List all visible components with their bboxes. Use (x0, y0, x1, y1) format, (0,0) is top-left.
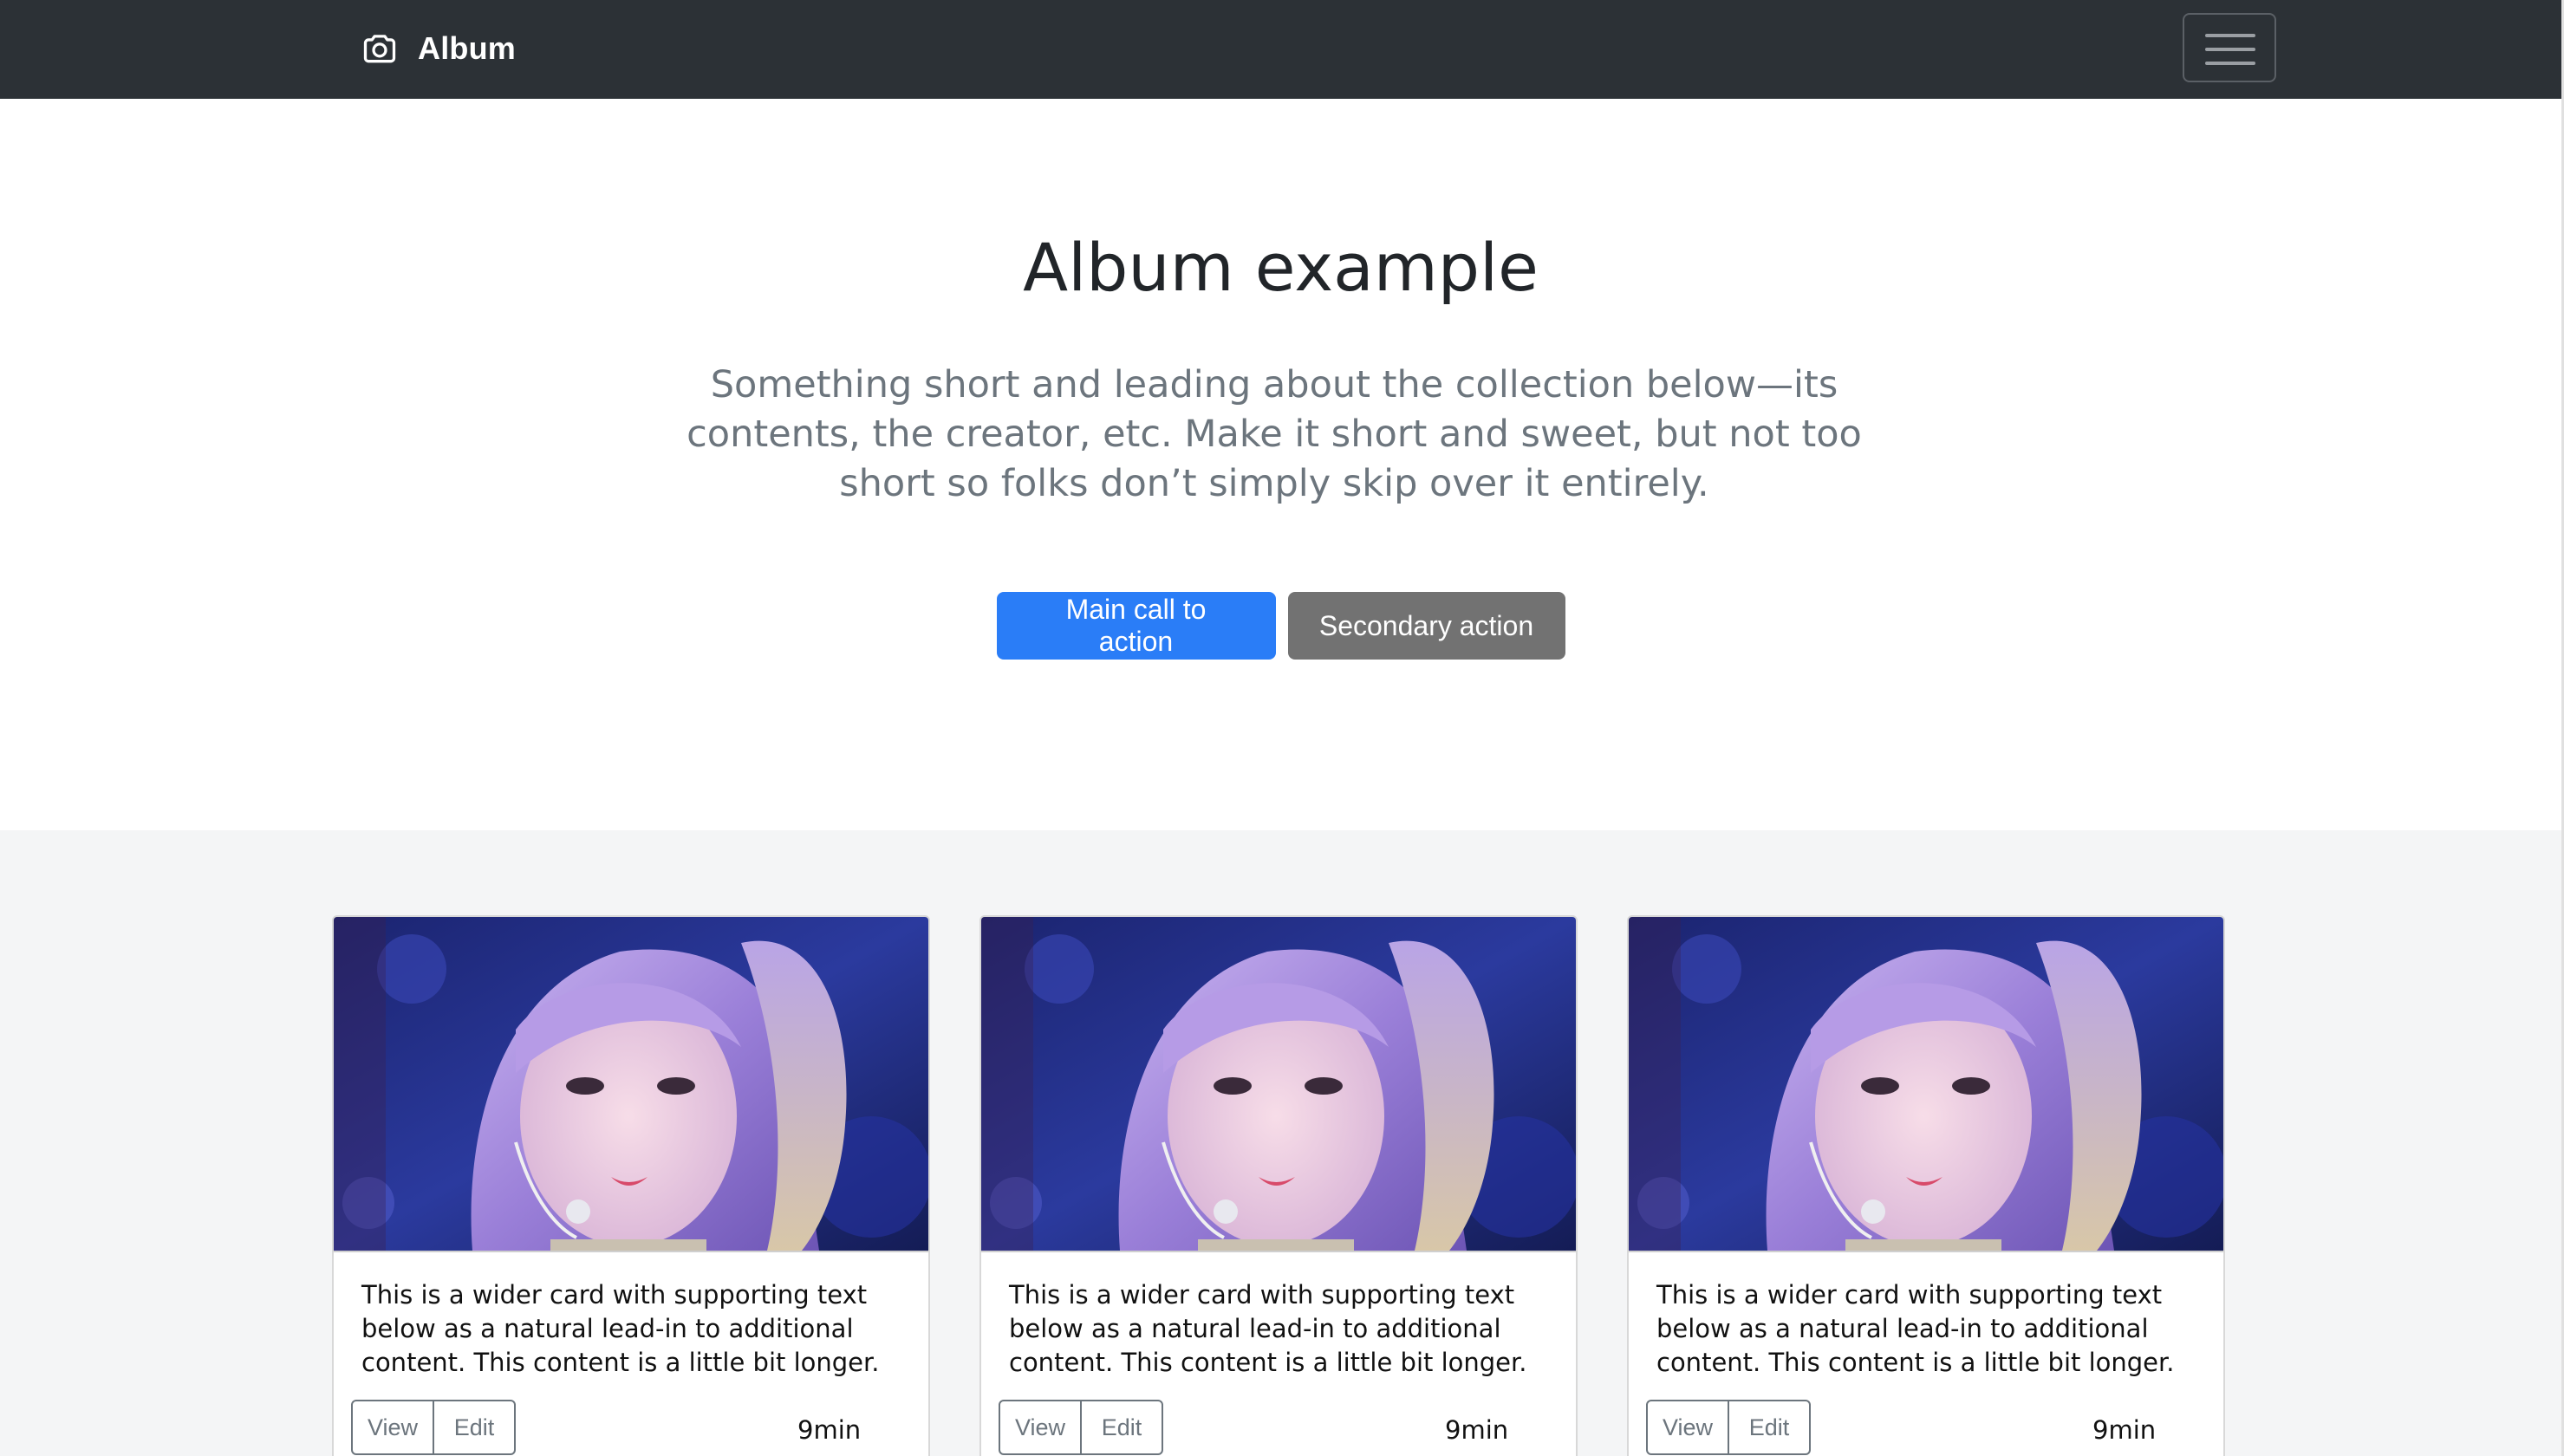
navbar-toggle-button[interactable] (2183, 13, 2276, 82)
main-call-to-action-button[interactable]: Main call to action (996, 592, 1276, 660)
camera-icon (361, 29, 399, 68)
card-image (334, 917, 928, 1251)
card-image (1629, 917, 2223, 1251)
card-image (981, 917, 1576, 1251)
view-button[interactable]: View (351, 1400, 434, 1455)
view-button[interactable]: View (1646, 1400, 1729, 1455)
card-duration: 9min (1445, 1415, 1509, 1445)
album-card: This is a wider card with supporting tex… (979, 915, 1578, 1456)
album-card: This is a wider card with supporting tex… (332, 915, 930, 1456)
card-body: This is a wider card with supporting tex… (1629, 1251, 2223, 1456)
page-title: Album example (1023, 229, 1539, 306)
secondary-action-button[interactable]: Secondary action (1287, 592, 1565, 660)
card-button-group: View Edit (1646, 1400, 1811, 1455)
edit-button[interactable]: Edit (1080, 1400, 1163, 1455)
edit-button[interactable]: Edit (1728, 1400, 1811, 1455)
card-body: This is a wider card with supporting tex… (334, 1251, 928, 1456)
card-text: This is a wider card with supporting tex… (361, 1280, 880, 1377)
hero-section: Album example Something short and leadin… (0, 99, 2561, 830)
edit-button[interactable]: Edit (433, 1400, 516, 1455)
card-duration: 9min (2092, 1415, 2157, 1445)
card-text: This is a wider card with supporting tex… (1656, 1280, 2175, 1377)
card-button-group: View Edit (999, 1400, 1163, 1455)
card-duration: 9min (797, 1415, 862, 1445)
brand-link[interactable]: Album (361, 24, 516, 73)
card-button-group: View Edit (351, 1400, 516, 1455)
card-body: This is a wider card with supporting tex… (981, 1251, 1576, 1456)
brand-name: Album (418, 30, 516, 66)
hero-actions: Main call to action Secondary action (0, 592, 2561, 660)
album-section: This is a wider card with supporting tex… (0, 830, 2561, 1456)
hero-lead-text: Something short and leading about the co… (687, 363, 1862, 505)
album-card: This is a wider card with supporting tex… (1627, 915, 2225, 1456)
card-text: This is a wider card with supporting tex… (1009, 1280, 1527, 1377)
view-button[interactable]: View (999, 1400, 1082, 1455)
navbar: Album (0, 0, 2561, 99)
